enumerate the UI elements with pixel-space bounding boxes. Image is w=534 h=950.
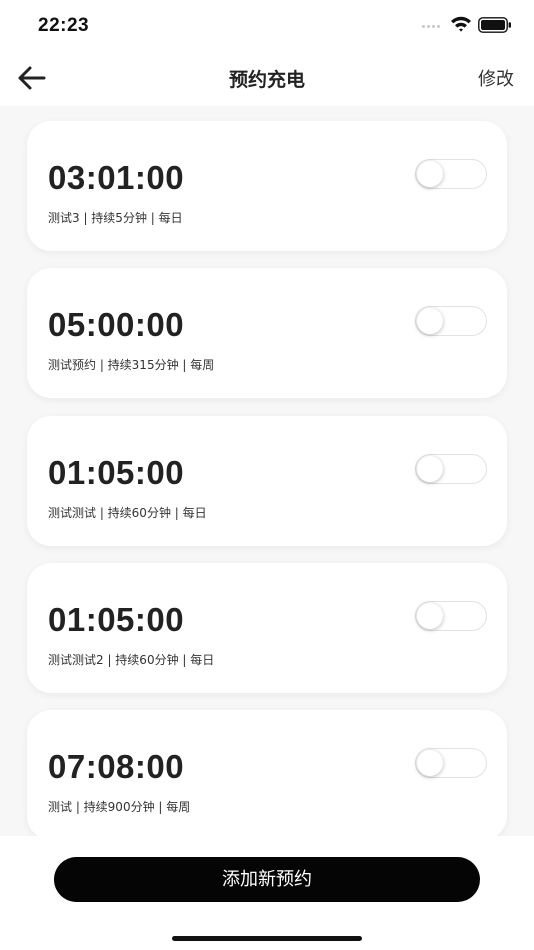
reservation-details: 测试测试 | 持续60分钟 | 每日	[48, 506, 207, 520]
toggle-knob	[417, 456, 443, 482]
reservation-details: 测试 | 持续900分钟 | 每周	[48, 800, 191, 814]
toggle-knob	[417, 750, 443, 776]
nav-bar: 预约充电 修改	[0, 50, 534, 106]
reservation-time: 07:08:00	[48, 748, 185, 785]
status-bar: 22:23	[0, 0, 534, 50]
page-title: 预约充电	[228, 69, 305, 91]
add-reservation-button[interactable]: 添加新预约	[54, 857, 480, 902]
reservation-card[interactable]: 05:00:00 测试预约 | 持续315分钟 | 每周	[27, 268, 507, 398]
reservation-toggle[interactable]	[415, 454, 487, 484]
edit-button[interactable]: 修改	[478, 65, 514, 91]
reservation-details: 测试测试2 | 持续60分钟 | 每日	[48, 653, 215, 667]
reservation-toggle[interactable]	[415, 748, 487, 778]
toggle-knob	[417, 603, 443, 629]
reservation-toggle[interactable]	[415, 601, 487, 631]
toggle-knob	[417, 161, 443, 187]
reservation-toggle[interactable]	[415, 159, 487, 189]
reservation-details: 测试3 | 持续5分钟 | 每日	[48, 211, 183, 225]
reservation-toggle[interactable]	[415, 306, 487, 336]
status-time: 22:23	[38, 15, 90, 36]
reservation-time: 03:01:00	[48, 159, 185, 196]
reservation-time: 01:05:00	[48, 454, 185, 491]
reservation-list[interactable]: 03:01:00 测试3 | 持续5分钟 | 每日 05:00:00 测试预约 …	[0, 106, 534, 836]
battery-icon	[478, 17, 511, 33]
reservation-card[interactable]: 07:08:00 测试 | 持续900分钟 | 每周	[27, 710, 507, 836]
bottom-bar: 添加新预约	[0, 836, 534, 950]
home-indicator[interactable]	[172, 936, 362, 941]
reservation-time: 01:05:00	[48, 601, 185, 638]
signal-icon	[422, 25, 446, 31]
toggle-knob	[417, 308, 443, 334]
reservation-details: 测试预约 | 持续315分钟 | 每周	[48, 358, 215, 372]
reservation-card[interactable]: 01:05:00 测试测试2 | 持续60分钟 | 每日	[27, 563, 507, 693]
wifi-icon	[451, 16, 471, 32]
reservation-card[interactable]: 03:01:00 测试3 | 持续5分钟 | 每日	[27, 121, 507, 251]
reservation-card[interactable]: 01:05:00 测试测试 | 持续60分钟 | 每日	[27, 416, 507, 546]
reservation-time: 05:00:00	[48, 306, 185, 343]
